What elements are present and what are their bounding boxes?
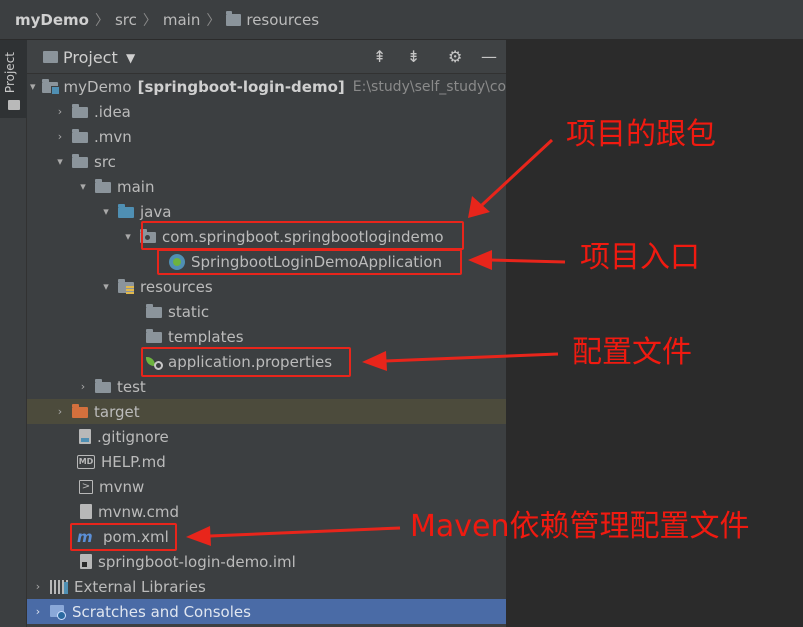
arrowhead-icon [468,250,492,270]
annotation-config: 配置文件 [572,335,692,370]
arrowhead-icon [186,526,211,546]
annotation-root-package: 项目的跟包 [566,117,716,152]
arrow-maven [209,526,401,538]
arrow-root-package [480,138,554,207]
arrow-config [384,352,559,363]
annotation-maven: Maven依赖管理配置文件 [410,509,750,544]
annotation-entry: 项目入口 [580,240,700,275]
arrow-entry [489,258,566,264]
arrowhead-icon [362,351,387,371]
